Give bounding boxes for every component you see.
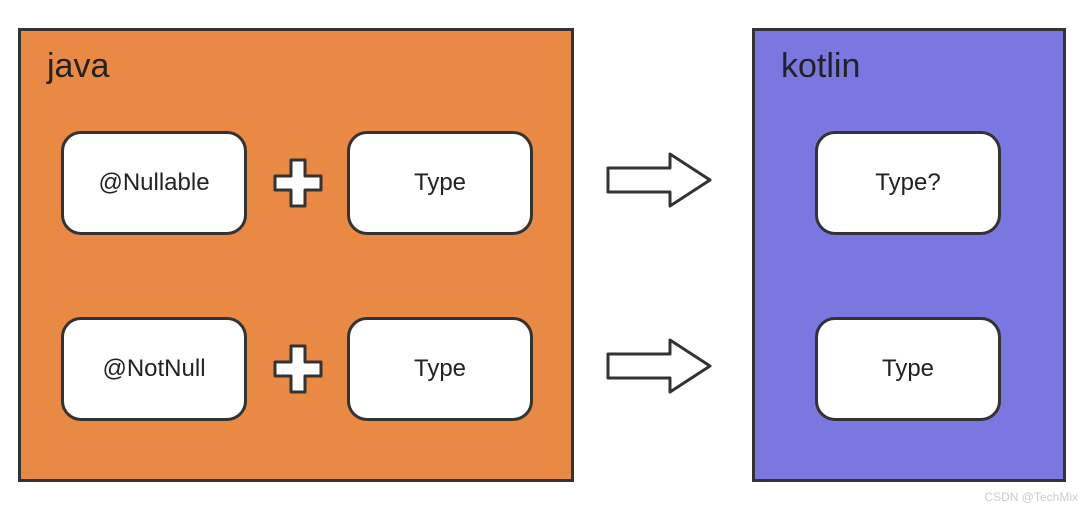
nullable-annotation-label: @Nullable [98, 169, 209, 197]
arrow-right-icon [604, 150, 714, 210]
nonnull-type-card: Type [815, 317, 1001, 421]
watermark-text: CSDN @TechMix [984, 490, 1078, 504]
arrow-right-icon [604, 336, 714, 396]
kotlin-panel-title: kotlin [781, 47, 860, 86]
type-card-row2: Type [347, 317, 533, 421]
nullable-annotation-card: @Nullable [61, 131, 247, 235]
plus-icon [273, 158, 323, 208]
plus-icon [273, 344, 323, 394]
java-panel-title: java [47, 47, 109, 86]
nonnull-type-label: Type [882, 355, 934, 383]
java-panel: java @Nullable Type @NotNull Type [18, 28, 574, 482]
kotlin-panel: kotlin Type? Type [752, 28, 1066, 482]
nullable-type-card: Type? [815, 131, 1001, 235]
type-card-row1: Type [347, 131, 533, 235]
diagram-canvas: java @Nullable Type @NotNull Type [0, 0, 1088, 510]
nullable-type-label: Type? [875, 169, 940, 197]
type-label-row1: Type [414, 169, 466, 197]
notnull-annotation-label: @NotNull [102, 355, 205, 383]
type-label-row2: Type [414, 355, 466, 383]
notnull-annotation-card: @NotNull [61, 317, 247, 421]
